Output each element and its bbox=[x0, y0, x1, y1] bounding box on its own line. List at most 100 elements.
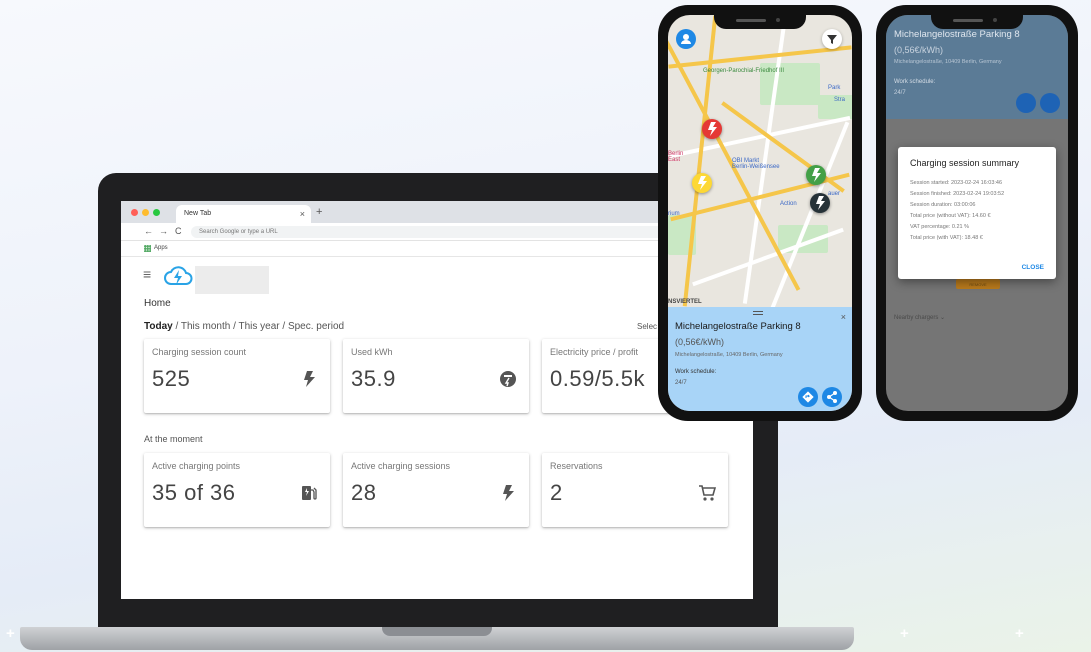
share-button[interactable] bbox=[822, 387, 842, 407]
browser-tab[interactable]: New Tab × bbox=[176, 205, 311, 223]
drag-handle-icon[interactable] bbox=[753, 311, 763, 315]
charger-pin-dark[interactable] bbox=[810, 193, 830, 213]
map-label-obi: OBI Markt Berlin-Weißensee bbox=[732, 158, 780, 170]
stat-card-session-count: Charging session count 525 bbox=[144, 339, 330, 413]
schedule-label: Work schedule: bbox=[894, 79, 936, 85]
summary-line: Total price (without VAT): 14.60 € bbox=[910, 213, 991, 219]
forward-icon[interactable]: → bbox=[159, 226, 168, 236]
charger-pin-green[interactable] bbox=[806, 165, 826, 185]
card-label: Active charging points bbox=[152, 461, 241, 471]
card-label: Reservations bbox=[550, 461, 603, 471]
charger-pin-red[interactable] bbox=[702, 119, 722, 139]
summary-screen: Michelangelostraße Parking 8 (0,56€/kWh)… bbox=[886, 15, 1068, 411]
meter-icon bbox=[500, 371, 516, 387]
card-label: Active charging sessions bbox=[351, 461, 451, 471]
map-road bbox=[669, 115, 851, 159]
ev-station-icon bbox=[302, 486, 317, 500]
summary-line: VAT percentage: 0.21 % bbox=[910, 224, 970, 230]
summary-line: Session started: 2023-02-24 16:03:46 bbox=[910, 180, 1003, 186]
schedule-value: 24/7 bbox=[894, 90, 906, 96]
card-value: 28 bbox=[351, 480, 377, 505]
laptop-notch bbox=[382, 627, 492, 636]
stat-card-reservations: Reservations 2 bbox=[542, 453, 728, 527]
profile-button[interactable] bbox=[676, 29, 696, 49]
card-value: 2 bbox=[550, 480, 563, 505]
card-value: 525 bbox=[152, 366, 191, 391]
select-label[interactable]: Selec bbox=[637, 322, 657, 331]
new-tab-button[interactable]: + bbox=[316, 206, 322, 218]
period-today[interactable]: Today bbox=[144, 321, 173, 332]
directions-button[interactable] bbox=[798, 387, 818, 407]
card-label: Charging session count bbox=[152, 347, 247, 357]
decor-plus: + bbox=[900, 625, 909, 642]
summary-line: Session duration: 03:00:06 bbox=[910, 202, 976, 208]
bolt-icon bbox=[304, 371, 315, 387]
stat-card-used-kwh: Used kWh 35.9 bbox=[343, 339, 529, 413]
card-value: 35 of 36 bbox=[152, 480, 236, 505]
remove-button-dimmed: REMOVE bbox=[956, 279, 1000, 289]
window-maximize-dot[interactable] bbox=[153, 209, 160, 216]
summary-line: Total price (with VAT): 18.48 € bbox=[910, 235, 983, 241]
cloud-bolt-logo-icon bbox=[164, 266, 193, 285]
station-header-dimmed: Michelangelostraße Parking 8 (0,56€/kWh)… bbox=[886, 15, 1068, 119]
schedule-label: Work schedule: bbox=[675, 369, 717, 375]
phone-notch bbox=[714, 11, 806, 29]
summary-line: Session finished: 2023-02-24 19:03:52 bbox=[910, 191, 1005, 197]
map-label-berlin-east: Berlin East bbox=[668, 151, 684, 163]
station-price: (0,56€/kWh) bbox=[675, 337, 725, 347]
schedule-value: 24/7 bbox=[675, 380, 687, 386]
station-title: Michelangelostraße Parking 8 bbox=[894, 29, 1020, 40]
share-button[interactable] bbox=[1040, 93, 1060, 113]
station-bottom-sheet[interactable]: × Michelangelostraße Parking 8 (0,56€/kW… bbox=[668, 307, 852, 411]
filter-button[interactable] bbox=[822, 29, 842, 49]
address-bar[interactable]: Search Google or type a URL bbox=[191, 226, 731, 238]
bolt-icon bbox=[708, 122, 717, 136]
window-minimize-dot[interactable] bbox=[142, 209, 149, 216]
apps-bookmark[interactable]: Apps bbox=[154, 245, 168, 251]
back-icon[interactable]: ← bbox=[144, 226, 153, 236]
charger-pin-yellow[interactable] bbox=[692, 173, 712, 193]
station-address: Michelangelostraße, 10409 Berlin, German… bbox=[675, 352, 783, 358]
card-value: 35.9 bbox=[351, 366, 396, 391]
decor-plus: + bbox=[6, 625, 15, 642]
period-selector: Today / This month / This year / Spec. p… bbox=[144, 321, 344, 332]
stat-card-active-points: Active charging points 35 of 36 bbox=[144, 453, 330, 527]
directions-button[interactable] bbox=[1016, 93, 1036, 113]
card-label: Used kWh bbox=[351, 347, 393, 357]
dialog-close-button[interactable]: CLOSE bbox=[1022, 264, 1044, 271]
menu-icon[interactable]: ≡ bbox=[143, 266, 151, 282]
close-icon[interactable]: × bbox=[841, 312, 846, 322]
map-label-quarter: NSVIERTEL bbox=[668, 299, 702, 305]
nearby-chargers-toggle[interactable]: Nearby chargers ⌄ bbox=[894, 314, 945, 321]
window-close-dot[interactable] bbox=[131, 209, 138, 216]
phone-session-summary: Michelangelostraße Parking 8 (0,56€/kWh)… bbox=[876, 5, 1078, 421]
section-title-at-the-moment: At the moment bbox=[144, 434, 203, 444]
dialog-title: Charging session summary bbox=[910, 158, 1020, 168]
apps-grid-icon[interactable] bbox=[144, 245, 151, 252]
station-price: (0,56€/kWh) bbox=[894, 45, 944, 55]
card-label: Electricity price / profit bbox=[550, 347, 639, 357]
station-title: Michelangelostraße Parking 8 bbox=[675, 321, 801, 332]
tab-close-icon[interactable]: × bbox=[300, 209, 305, 219]
session-summary-dialog: Charging session summary Session started… bbox=[898, 147, 1056, 279]
map-screen: Georgen-Parochial-Friedhof III Park Stra… bbox=[668, 15, 852, 411]
period-options[interactable]: / This month / This year / Spec. period bbox=[173, 321, 344, 332]
share-icon bbox=[827, 391, 837, 403]
filter-icon bbox=[827, 35, 837, 44]
card-value: 0.59/5.5k bbox=[550, 366, 646, 391]
bolt-icon bbox=[812, 168, 821, 182]
page-title: Home bbox=[144, 298, 171, 309]
map-label-rium: rium bbox=[668, 211, 680, 217]
person-icon bbox=[681, 34, 691, 44]
bolt-icon bbox=[698, 176, 707, 190]
bolt-icon bbox=[816, 196, 825, 210]
brand-name-placeholder bbox=[195, 266, 269, 294]
station-address: Michelangelostraße, 10409 Berlin, German… bbox=[894, 59, 1002, 65]
directions-icon bbox=[802, 391, 814, 403]
phone-notch bbox=[931, 11, 1023, 29]
bolt-icon bbox=[503, 485, 514, 501]
map-label-strasse: Stra bbox=[834, 97, 846, 103]
cart-icon bbox=[699, 485, 716, 501]
reload-icon[interactable]: C bbox=[175, 226, 182, 236]
tab-title: New Tab bbox=[184, 210, 212, 217]
